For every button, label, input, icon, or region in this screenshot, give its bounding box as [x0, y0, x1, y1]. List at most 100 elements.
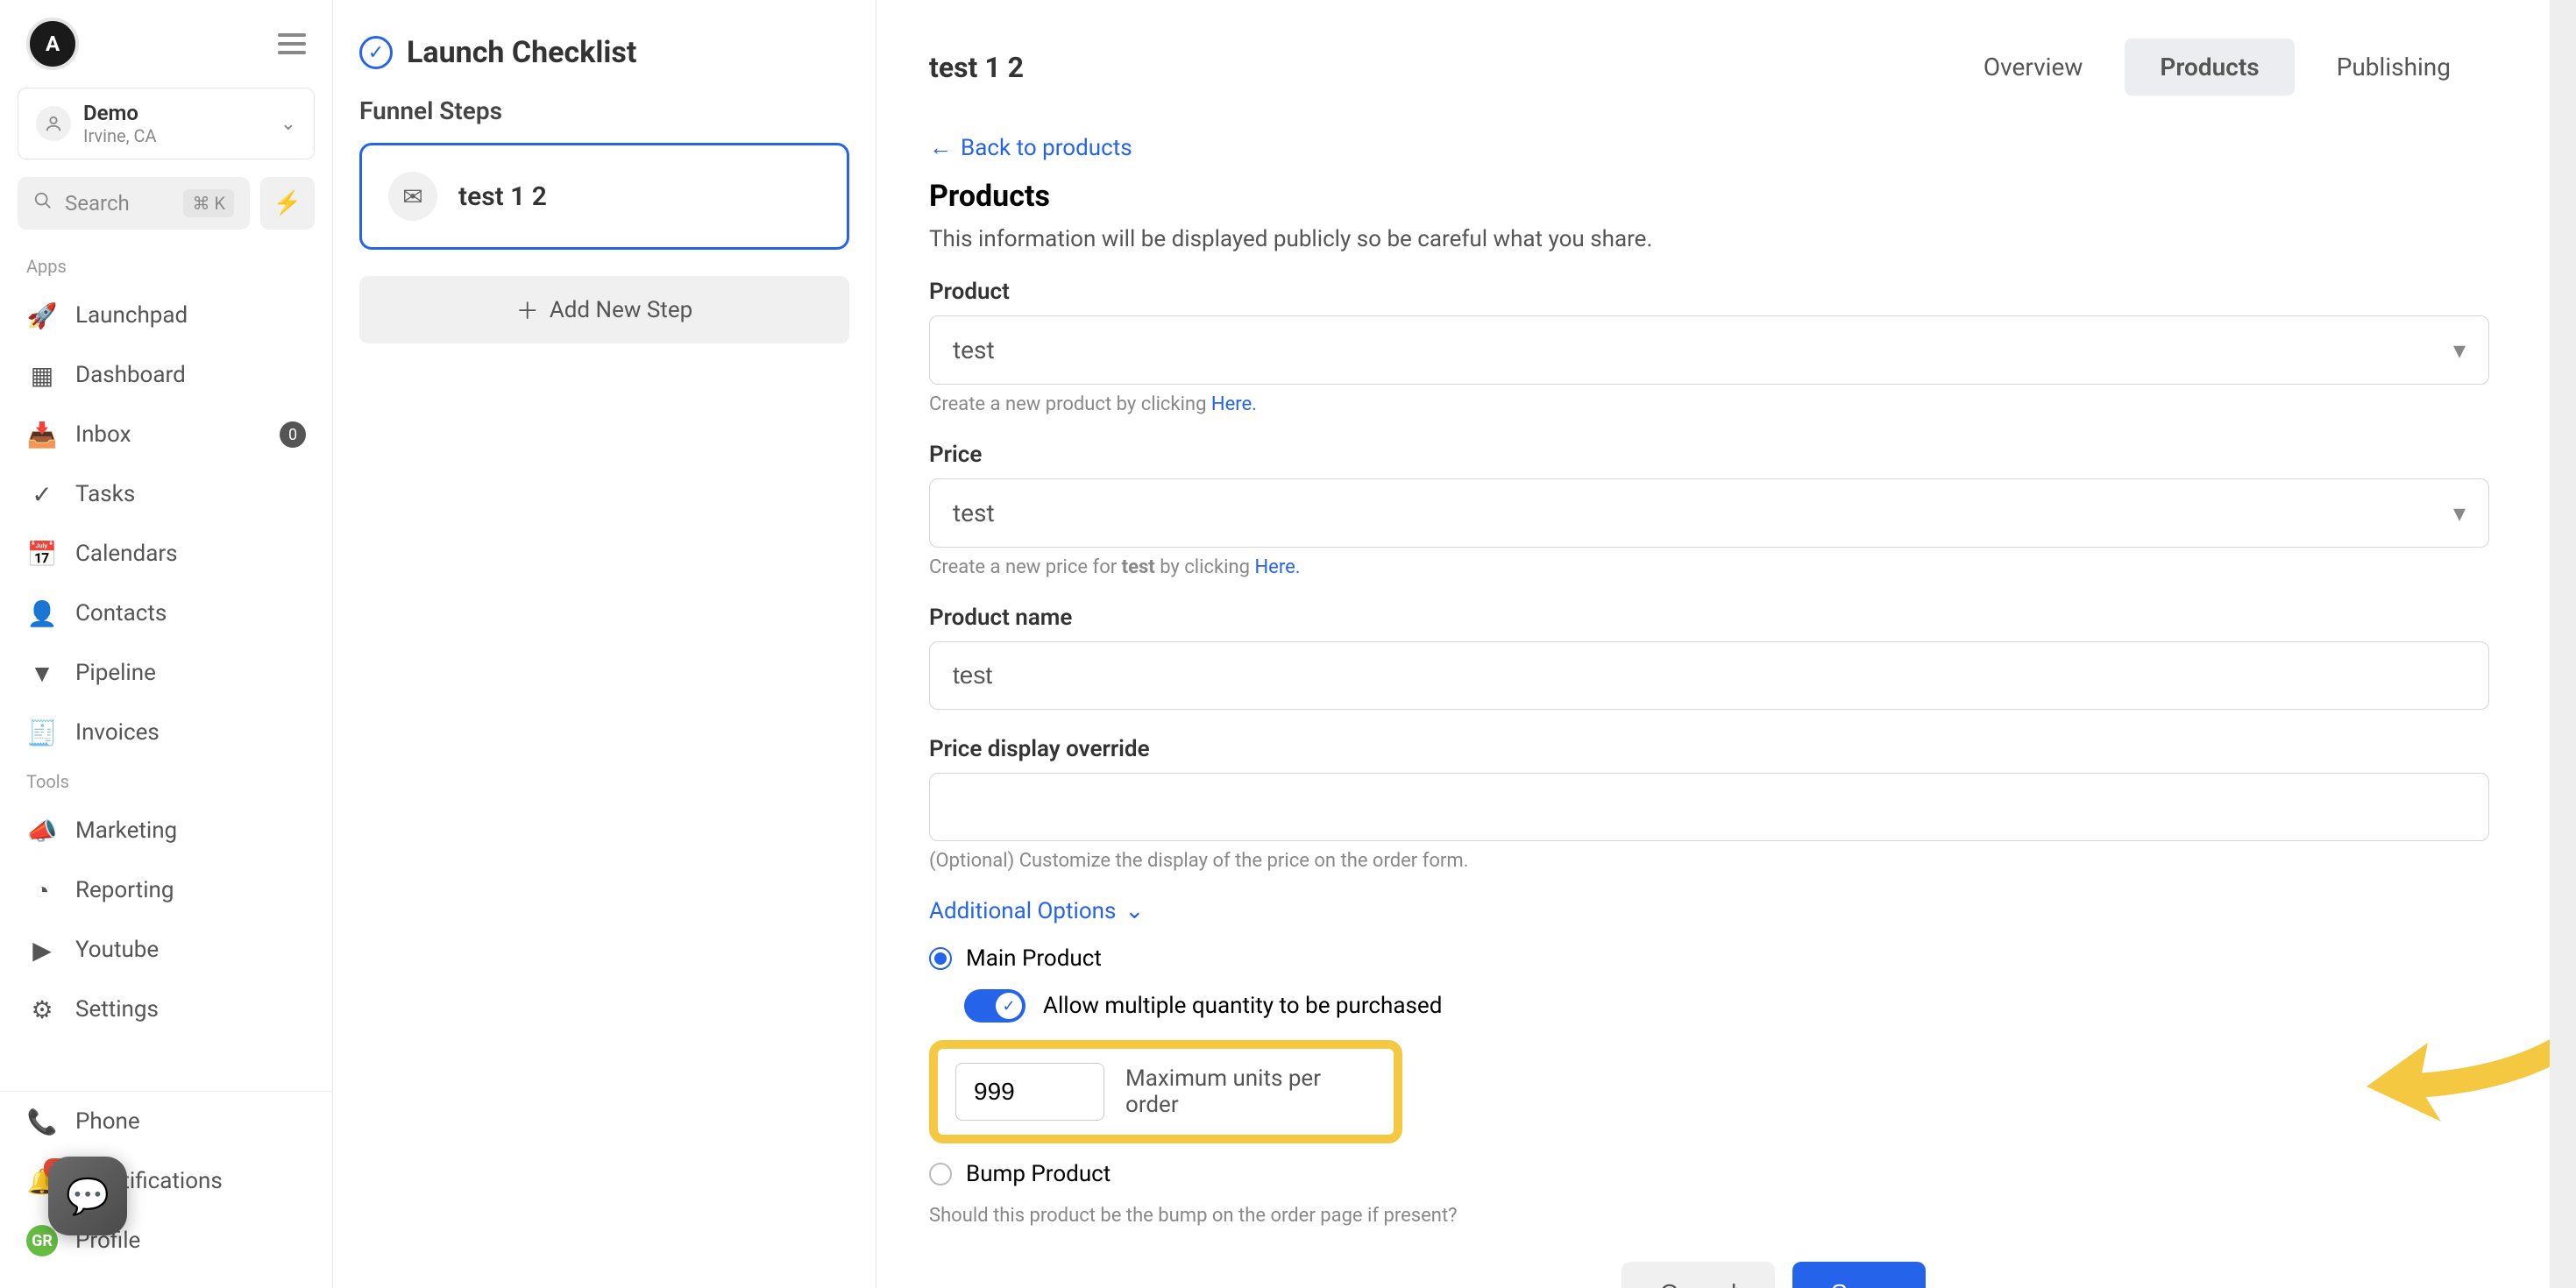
product-hint: Create a new product by clicking Here. [929, 393, 2489, 415]
chat-widget[interactable]: 💬 [48, 1157, 127, 1235]
caret-down-icon: ▾ [2453, 499, 2466, 527]
bolt-icon: ⚡ [273, 190, 302, 216]
tab-products[interactable]: Products [2125, 39, 2294, 96]
nav-dashboard[interactable]: ▦ Dashboard [0, 345, 332, 405]
phone-icon: 📞 [26, 1106, 58, 1137]
right-gutter [2550, 0, 2576, 1288]
quick-action-button[interactable]: ⚡ [260, 177, 315, 230]
inbox-icon: 📥 [26, 419, 58, 450]
radio-off-icon [929, 1163, 952, 1185]
product-name-input[interactable] [929, 641, 2489, 710]
product-select[interactable]: test ▾ [929, 315, 2489, 385]
nav-contacts[interactable]: 👤 Contacts [0, 584, 332, 643]
price-select[interactable]: test ▾ [929, 478, 2489, 548]
tab-overview[interactable]: Overview [1948, 39, 2118, 96]
nav-label: Settings [75, 996, 159, 1023]
chat-icon: 💬 [66, 1176, 110, 1217]
nav-reporting[interactable]: ◔ Reporting [0, 860, 332, 920]
tab-publishing[interactable]: Publishing [2302, 39, 2486, 96]
back-label: Back to products [961, 135, 1132, 161]
allow-multi-toggle[interactable] [964, 989, 1025, 1023]
account-name: Demo [83, 101, 268, 125]
max-units-label: Maximum units per order [1125, 1065, 1376, 1118]
nav-pipeline[interactable]: ▼ Pipeline [0, 643, 332, 703]
megaphone-icon: 📣 [26, 815, 58, 846]
nav-label: Tasks [75, 481, 135, 507]
pipeline-icon: ▼ [26, 657, 58, 689]
nav-invoices[interactable]: 🧾 Invoices [0, 703, 332, 762]
nav-label: Phone [75, 1108, 140, 1135]
funnel-steps-heading: Funnel Steps [359, 96, 849, 125]
back-link[interactable]: ← Back to products [929, 134, 2489, 161]
menu-toggle-icon[interactable] [278, 33, 306, 54]
radio-on-icon [929, 947, 952, 970]
nav-label: Invoices [75, 719, 160, 746]
workspace-avatar[interactable]: A [26, 18, 79, 70]
nav-label: Launchpad [75, 302, 188, 329]
search-icon [33, 191, 53, 216]
arrow-left-icon: ← [929, 134, 952, 161]
cancel-button[interactable]: Cancel [1622, 1262, 1775, 1288]
chevron-down-icon: ⌄ [280, 113, 296, 135]
nav-label: Dashboard [75, 362, 186, 388]
account-location: Irvine, CA [83, 125, 268, 146]
override-label: Price display override [929, 736, 2489, 762]
launch-title: Launch Checklist [407, 35, 636, 70]
add-step-label: Add New Step [550, 297, 692, 323]
product-label: Product [929, 279, 2489, 305]
price-hint: Create a new price for test by clicking … [929, 556, 2489, 578]
funnel-panel: ✓ Launch Checklist Funnel Steps ✉ test 1… [333, 0, 876, 1288]
main-content: test 1 2 Overview Products Publishing ← … [876, 0, 2550, 1288]
nav-settings[interactable]: ⚙ Settings [0, 980, 332, 1039]
search-shortcut: ⌘ K [183, 189, 234, 217]
gear-icon: ⚙ [26, 994, 58, 1025]
nav-label: Reporting [75, 877, 174, 903]
step-title: test 1 2 [458, 181, 547, 212]
nav-label: Inbox [75, 421, 131, 448]
nav-inbox[interactable]: 📥 Inbox 0 [0, 405, 332, 464]
tabs: Overview Products Publishing [1945, 35, 2489, 99]
profile-avatar: GR [26, 1225, 58, 1256]
bump-hint: Should this product be the bump on the o… [929, 1205, 2489, 1227]
check-circle-icon: ✓ [359, 36, 393, 69]
main-product-radio[interactable]: Main Product [929, 945, 2489, 972]
account-switcher[interactable]: Demo Irvine, CA ⌄ [18, 88, 315, 159]
nav-calendars[interactable]: 📅 Calendars [0, 524, 332, 584]
price-value: test [953, 499, 995, 527]
section-apps: Apps [0, 247, 332, 286]
nav-youtube[interactable]: ▶ Youtube [0, 920, 332, 980]
nav-launchpad[interactable]: 🚀 Launchpad [0, 286, 332, 345]
products-desc: This information will be displayed publi… [929, 226, 2489, 252]
search-placeholder: Search [65, 191, 130, 216]
nav-marketing[interactable]: 📣 Marketing [0, 801, 332, 860]
price-label: Price [929, 442, 2489, 468]
override-hint: (Optional) Customize the display of the … [929, 850, 2489, 872]
price-hint-link[interactable]: Here. [1254, 556, 1300, 578]
sidebar: A Demo Irvine, CA ⌄ Search ⌘ K [0, 0, 333, 1288]
plus-icon: ＋ [516, 294, 539, 326]
user-icon [36, 106, 71, 141]
page-title: test 1 2 [929, 51, 1024, 84]
rocket-icon: 🚀 [26, 300, 58, 331]
max-units-input[interactable] [955, 1063, 1104, 1121]
nav-label: Calendars [75, 541, 178, 567]
additional-options-toggle[interactable]: Additional Options ⌄ [929, 898, 2489, 924]
nav-label: Youtube [75, 937, 159, 963]
nav-label: Pipeline [75, 660, 156, 686]
calendar-icon: 📅 [26, 538, 58, 570]
funnel-step-card[interactable]: ✉ test 1 2 [359, 143, 849, 250]
dashboard-icon: ▦ [26, 359, 58, 391]
products-heading: Products [929, 179, 2489, 214]
nav-tasks[interactable]: ✓ Tasks [0, 464, 332, 524]
add-step-button[interactable]: ＋ Add New Step [359, 276, 849, 343]
bump-product-radio[interactable]: Bump Product [929, 1161, 2489, 1187]
nav-phone[interactable]: 📞 Phone [0, 1092, 332, 1151]
nav-label: Contacts [75, 600, 167, 626]
allow-multi-label: Allow multiple quantity to be purchased [1043, 993, 1442, 1019]
search-input[interactable]: Search ⌘ K [18, 177, 250, 230]
save-button[interactable]: Save [1792, 1262, 1926, 1288]
override-input[interactable] [929, 773, 2489, 841]
chart-icon: ◔ [26, 874, 58, 906]
main-product-label: Main Product [966, 945, 1102, 972]
product-hint-link[interactable]: Here. [1211, 393, 1257, 415]
